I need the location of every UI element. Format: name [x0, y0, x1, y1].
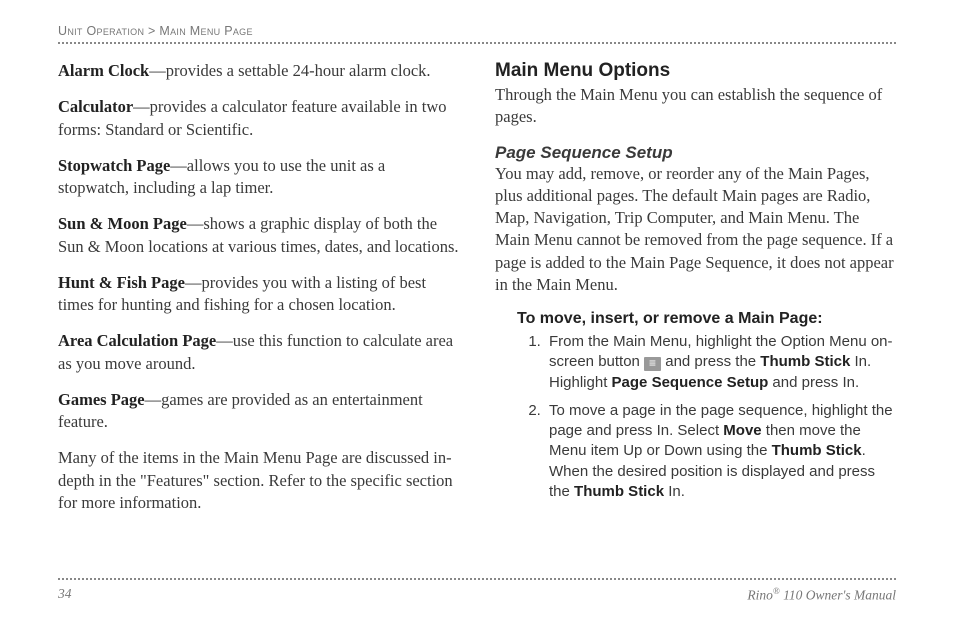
manual-title: Rino® 110 Owner's Manual [747, 586, 896, 604]
text: and press In. [768, 374, 859, 391]
bold-thumb-stick: Thumb Stick [760, 353, 850, 370]
bold-thumb-stick: Thumb Stick [772, 442, 862, 459]
text: In. [664, 483, 685, 500]
breadcrumb-section: Unit Operation [58, 24, 144, 38]
step-1: From the Main Menu, highlight the Option… [545, 332, 896, 393]
page-sequence-paragraph: You may add, remove, or reorder any of t… [495, 163, 896, 297]
term: Hunt & Fish Page [58, 273, 185, 292]
term: Stopwatch Page [58, 156, 170, 175]
item-sun-moon: Sun & Moon Page—shows a graphic display … [58, 213, 459, 258]
bold-page-sequence-setup: Page Sequence Setup [612, 374, 769, 391]
left-tail-paragraph: Many of the items in the Main Menu Page … [58, 447, 459, 514]
instruction-block: To move, insert, or remove a Main Page: … [495, 310, 896, 502]
footer-row: 34 Rino® 110 Owner's Manual [58, 586, 896, 604]
item-area-calc: Area Calculation Page—use this function … [58, 330, 459, 375]
term: Games Page [58, 390, 145, 409]
item-calculator: Calculator—provides a calculator feature… [58, 96, 459, 141]
term: Calculator [58, 97, 133, 116]
page-number: 34 [58, 586, 72, 604]
breadcrumb: Unit Operation > Main Menu Page [58, 24, 896, 38]
desc: —provides a settable 24-hour alarm clock… [149, 61, 430, 80]
breadcrumb-sep: > [144, 24, 159, 38]
content-columns: Alarm Clock—provides a settable 24-hour … [58, 60, 896, 528]
heading-main-menu-options: Main Menu Options [495, 60, 896, 82]
page-footer: 34 Rino® 110 Owner's Manual [58, 578, 896, 604]
right-column: Main Menu Options Through the Main Menu … [495, 60, 896, 528]
item-alarm-clock: Alarm Clock—provides a settable 24-hour … [58, 60, 459, 82]
step-2: To move a page in the page sequence, hig… [545, 401, 896, 502]
instruction-steps: From the Main Menu, highlight the Option… [517, 332, 896, 502]
term: Alarm Clock [58, 61, 149, 80]
registered-mark: ® [773, 586, 780, 596]
item-hunt-fish: Hunt & Fish Page—provides you with a lis… [58, 272, 459, 317]
left-column: Alarm Clock—provides a settable 24-hour … [58, 60, 459, 528]
breadcrumb-page: Main Menu Page [159, 24, 252, 38]
heading-page-sequence-setup: Page Sequence Setup [495, 143, 896, 163]
term: Area Calculation Page [58, 331, 216, 350]
product-rest: 110 Owner's Manual [780, 587, 896, 602]
option-menu-icon [644, 357, 661, 371]
bold-thumb-stick-2: Thumb Stick [574, 483, 664, 500]
divider-top [58, 42, 896, 44]
item-stopwatch: Stopwatch Page—allows you to use the uni… [58, 155, 459, 200]
text: and press the [661, 353, 760, 370]
item-games: Games Page—games are provided as an ente… [58, 389, 459, 434]
divider-bottom [58, 578, 896, 580]
instruction-heading: To move, insert, or remove a Main Page: [517, 310, 896, 328]
bold-move: Move [723, 422, 761, 439]
term: Sun & Moon Page [58, 214, 187, 233]
intro-paragraph: Through the Main Menu you can establish … [495, 84, 896, 129]
product-name: Rino [747, 587, 773, 602]
